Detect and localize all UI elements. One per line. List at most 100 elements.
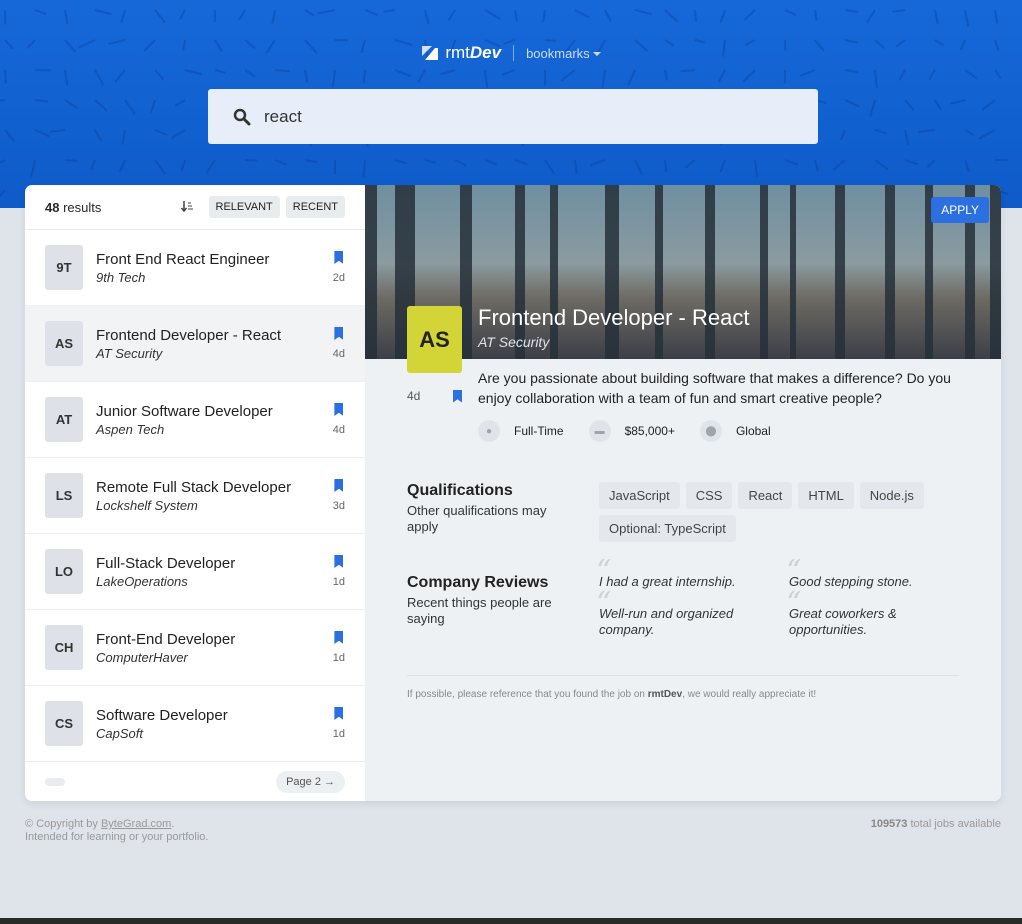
job-text: Full-Stack Developer LakeOperations (96, 555, 333, 589)
bookmark-icon[interactable] (334, 555, 344, 568)
bytegrad-link[interactable]: ByteGrad.com (101, 818, 171, 830)
job-text: Front End React Engineer 9th Tech (96, 251, 333, 285)
apply-button[interactable]: APPLY (931, 197, 989, 223)
job-badge: LO (45, 549, 83, 594)
qualification-tag: React (738, 482, 793, 509)
footnote-text: If possible, please reference that you f… (407, 689, 648, 700)
bookmark-icon[interactable] (334, 631, 344, 644)
job-item-age: 1d (332, 652, 345, 664)
job-age: 4d (407, 389, 421, 403)
job-item-age: 4d (332, 424, 345, 436)
job-text: Frontend Developer - React AT Security (96, 327, 333, 361)
job-badge: CS (45, 701, 83, 746)
reviews-heading: Company Reviews Recent things people are… (407, 574, 567, 627)
copyright-prefix: © Copyright by (25, 818, 101, 830)
bookmarks-button[interactable]: bookmarks (526, 46, 601, 61)
brand-suffix: Dev (469, 43, 502, 62)
job-text: Junior Software Developer Aspen Tech (96, 403, 333, 437)
review-text: Great coworkers & opportunities. (789, 606, 897, 637)
window-frame (705, 185, 715, 359)
reviews-title: Company Reviews (407, 574, 549, 591)
job-item-title: Software Developer (96, 706, 228, 724)
window-frame (515, 185, 525, 359)
bookmark-icon[interactable] (334, 707, 344, 720)
job-list-item[interactable]: CS Software Developer CapSoft 1d (25, 686, 365, 762)
search-input[interactable] (264, 106, 764, 127)
review-item: “Well-run and organized company. (596, 589, 789, 638)
job-item-title: Remote Full Stack Developer (96, 478, 292, 496)
rmtdev-logo-icon (422, 46, 439, 60)
job-item-company: Lockshelf System (96, 497, 198, 513)
job-item-age: 2d (332, 272, 345, 284)
window-frame (760, 185, 768, 359)
job-badge: AS (45, 321, 83, 366)
job-item-age: 1d (332, 728, 345, 740)
job-text: Software Developer CapSoft (96, 707, 333, 741)
logo[interactable]: rmtDev (421, 43, 501, 63)
search-bar[interactable] (208, 89, 818, 144)
sort-recent-button[interactable]: RECENT (285, 196, 345, 218)
job-item-title: Front End React Engineer (96, 250, 270, 268)
window-frame (835, 185, 845, 359)
sort-icon (180, 200, 193, 215)
job-meta: 4d (333, 403, 345, 436)
bookmark-icon[interactable] (334, 403, 344, 416)
review-text: Good stepping stone. (789, 574, 913, 589)
next-page-button[interactable]: Page 2 → (276, 770, 345, 793)
job-list-item[interactable]: CH Front-End Developer ComputerHaver 1d (25, 610, 365, 686)
window-frame (655, 185, 663, 359)
job-detail: APPLY AS Frontend Developer - React AT S… (365, 185, 1001, 801)
qualification-tags: JavaScript CSS React HTML Node.js Optional: T… (599, 482, 959, 542)
job-list-item[interactable]: LO Full-Stack Developer LakeOperations 1… (25, 534, 365, 610)
header: rmtDev bookmarks (0, 0, 1022, 208)
qualification-tag: Node.js (859, 482, 924, 509)
job-list-item[interactable]: AS Frontend Developer - React AT Securit… (25, 306, 365, 382)
qualification-tag: CSS (685, 482, 733, 509)
footnote: If possible, please reference that you f… (407, 689, 816, 700)
bookmark-icon[interactable] (453, 389, 462, 403)
bottom-strip (0, 918, 1022, 924)
review-text: I had a great internship. (599, 574, 736, 589)
bookmark-icon[interactable] (334, 479, 344, 492)
job-meta: 2d (333, 251, 345, 284)
header-divider (513, 45, 515, 61)
reviews-subtitle: Recent things people are saying (407, 595, 552, 626)
job-item-company: LakeOperations (96, 573, 188, 589)
job-item-company: CapSoft (96, 725, 143, 741)
info-label: $85,000+ (624, 424, 675, 438)
job-badge: 9T (45, 245, 83, 290)
search-icon (233, 108, 251, 125)
bookmark-icon[interactable] (334, 327, 344, 340)
review-item: “Good stepping stone. (786, 557, 979, 590)
pagination: Page 2 → (25, 761, 365, 801)
qualifications-heading: Qualifications Other qualifications may … (407, 482, 567, 535)
copyright-suffix: . (171, 818, 175, 830)
result-count-text: 48 results (45, 200, 101, 215)
brand-prefix: rmt (445, 43, 470, 62)
job-list-item[interactable]: AT Junior Software Developer Aspen Tech … (25, 382, 365, 458)
job-item-title: Junior Software Developer (96, 402, 273, 420)
qualifications-subtitle: Other qualifications may apply (407, 503, 547, 534)
qualification-tag: Optional: TypeScript (599, 515, 736, 542)
window-frame (885, 185, 895, 359)
job-info-row: ● Full-Time ▬ $85,000+ ⬤ Global (478, 420, 796, 442)
window-frame (990, 185, 1001, 359)
job-item-age: 1d (332, 576, 345, 588)
job-description: Are you passionate about building softwa… (478, 370, 951, 406)
job-company: AT Security (478, 334, 550, 350)
company-badge: AS (407, 306, 462, 373)
bookmark-icon[interactable] (334, 251, 344, 264)
footnote-brand: rmtDev (647, 689, 683, 700)
window-frame (550, 185, 558, 359)
window-frame (790, 185, 796, 359)
job-meta: 3d (333, 479, 345, 512)
caret-down-icon (592, 52, 601, 56)
result-label: results (63, 199, 102, 215)
info-salary: ▬ $85,000+ (588, 420, 675, 442)
job-list-item[interactable]: 9T Front End React Engineer 9th Tech 2d (25, 230, 365, 306)
job-item-company: 9th Tech (96, 269, 146, 285)
qualification-tag: HTML (798, 482, 854, 509)
job-list-item[interactable]: LS Remote Full Stack Developer Lockshelf… (25, 458, 365, 534)
sort-relevant-button[interactable]: RELEVANT (208, 196, 280, 218)
window-frame (605, 185, 619, 359)
